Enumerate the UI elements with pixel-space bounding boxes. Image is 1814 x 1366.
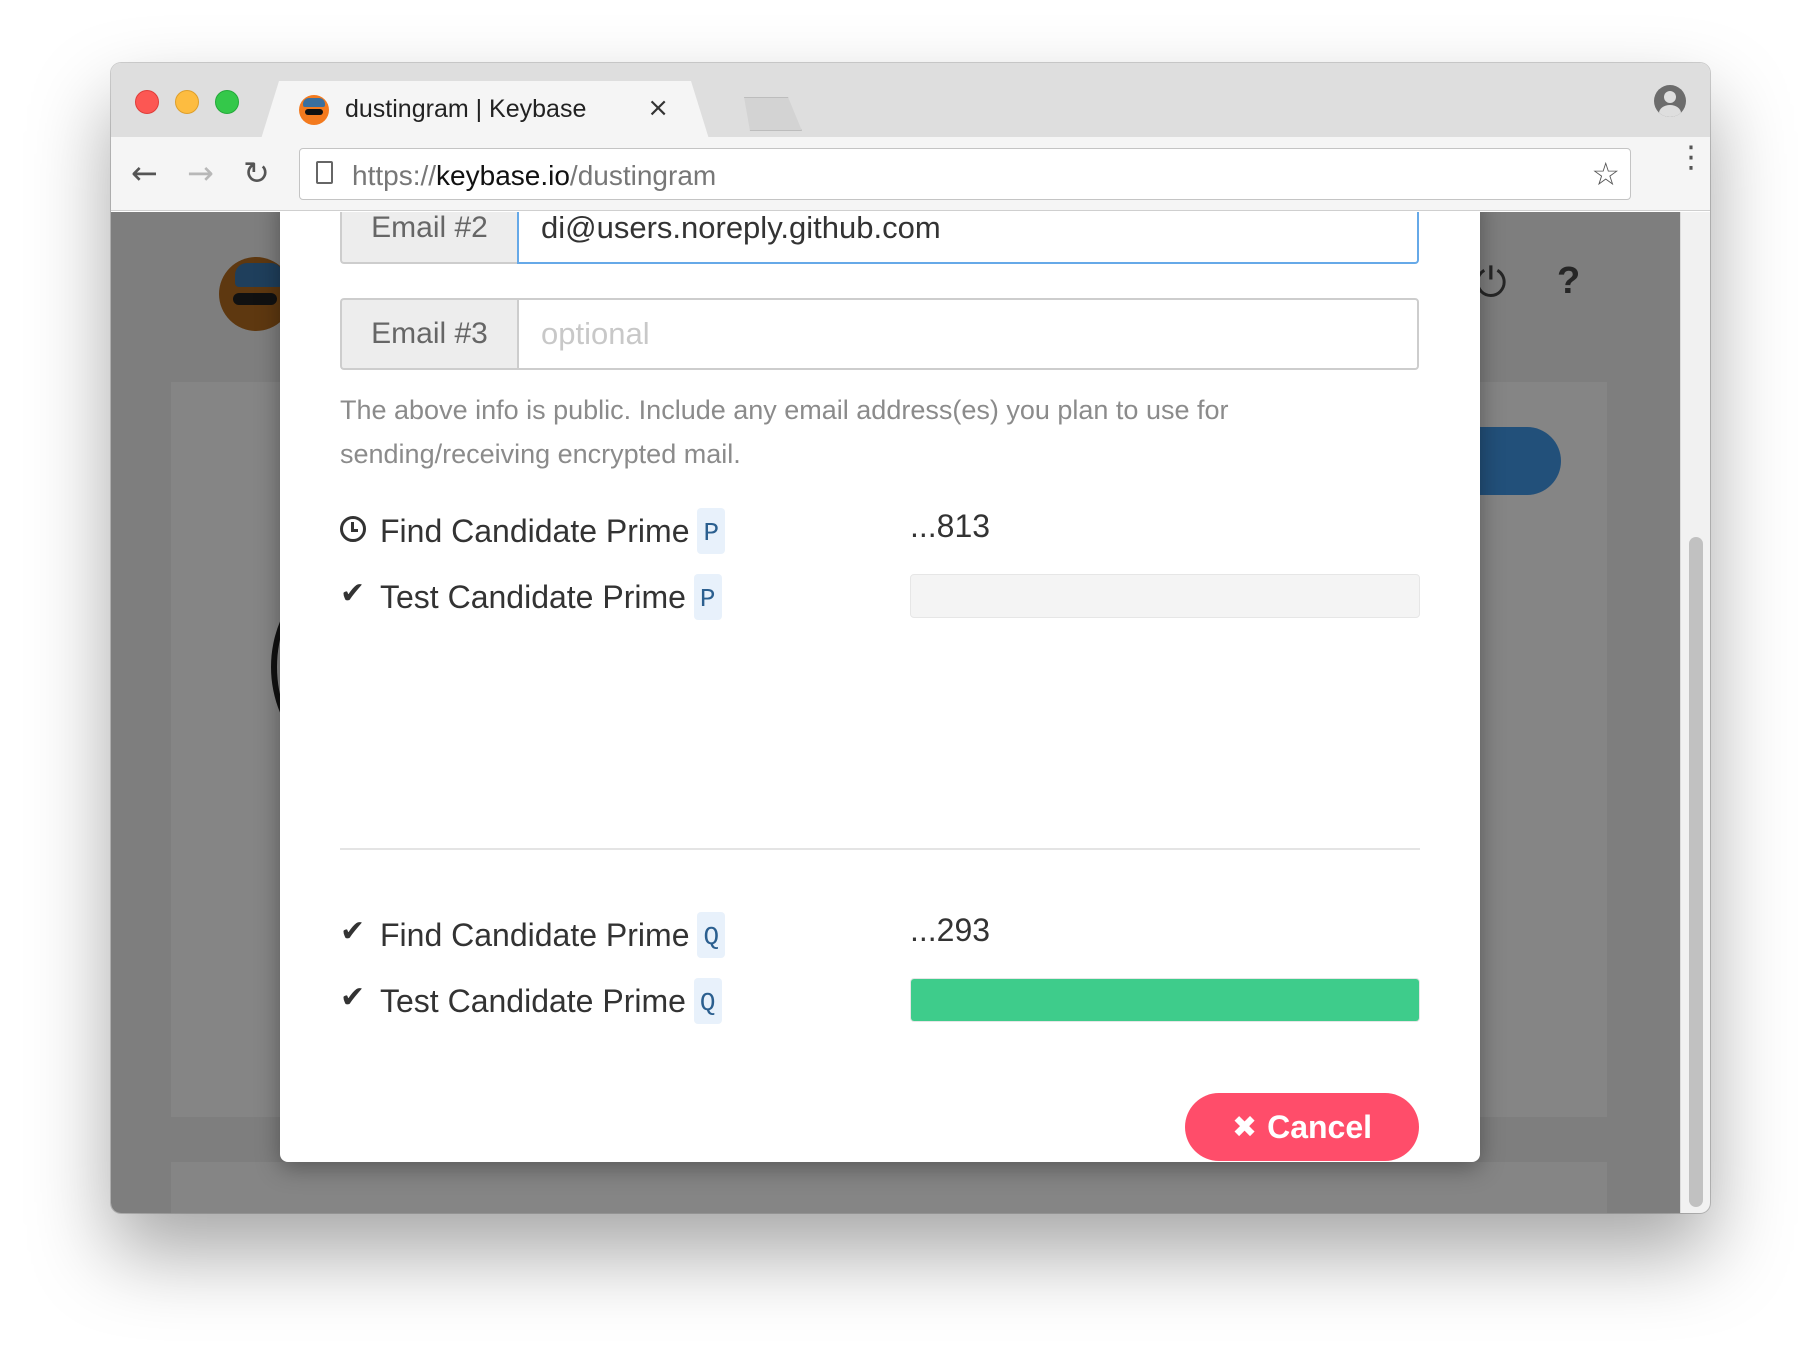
profile-icon[interactable] bbox=[1654, 85, 1686, 117]
step-label-wrap: Find Candidate Prime Q bbox=[380, 912, 726, 958]
step-find-prime-q: ✔ Find Candidate Prime Q ...293 bbox=[340, 908, 1420, 958]
checkmark-icon: ✔ bbox=[340, 576, 366, 611]
progress-bar bbox=[910, 978, 1420, 1022]
new-tab-button[interactable] bbox=[736, 97, 802, 131]
prime-value: ...813 bbox=[910, 508, 991, 544]
page-icon bbox=[316, 161, 333, 184]
clock-icon bbox=[340, 516, 366, 542]
key-generation-modal: Email #2 Email #3 The above info is publ… bbox=[280, 212, 1480, 1162]
browser-menu-icon[interactable]: ⋮ bbox=[1676, 143, 1706, 173]
url-text[interactable]: https://keybase.io/dustingram bbox=[352, 160, 716, 192]
url-scheme: https:// bbox=[352, 160, 437, 191]
url-host: keybase.io bbox=[436, 160, 570, 191]
prime-badge: Q bbox=[693, 978, 722, 1024]
email-row-3: Email #3 bbox=[340, 298, 1419, 370]
email-3-label: Email #3 bbox=[340, 298, 517, 370]
tab-title: dustingram | Keybase bbox=[345, 95, 587, 123]
step-label-wrap: Test Candidate Prime P bbox=[380, 574, 722, 620]
prime-badge: Q bbox=[697, 912, 726, 958]
email-2-field[interactable] bbox=[517, 212, 1419, 264]
address-bar[interactable]: https://keybase.io/dustingram ☆ bbox=[299, 148, 1631, 200]
cancel-button[interactable]: ✖ Cancel bbox=[1185, 1093, 1419, 1161]
bookmark-star-icon[interactable]: ☆ bbox=[1591, 155, 1620, 193]
checkmark-icon: ✔ bbox=[340, 980, 366, 1015]
step-test-prime-p: ✔ Test Candidate Prime P bbox=[340, 570, 1420, 620]
step-test-prime-q: ✔ Test Candidate Prime Q bbox=[340, 974, 1420, 1024]
progress-fill bbox=[911, 979, 1419, 1021]
checkmark-icon: ✔ bbox=[340, 914, 366, 949]
email-3-field[interactable] bbox=[517, 298, 1419, 370]
prime-badge: P bbox=[693, 574, 722, 620]
keybase-logo-icon bbox=[299, 95, 329, 125]
step-find-prime-p: Find Candidate Prime P ...813 bbox=[340, 504, 1420, 554]
tab-strip: dustingram | Keybase × bbox=[111, 63, 1710, 137]
maximize-window-button[interactable] bbox=[215, 90, 239, 114]
forward-arrow-icon[interactable]: → bbox=[187, 153, 214, 193]
divider bbox=[340, 848, 1420, 850]
step-label-wrap: Find Candidate Prime P bbox=[380, 508, 726, 554]
cancel-label: Cancel bbox=[1267, 1108, 1373, 1145]
close-icon: ✖ bbox=[1231, 1109, 1258, 1145]
secondary-panel bbox=[171, 1162, 1607, 1213]
tab-keybase[interactable]: dustingram | Keybase × bbox=[261, 81, 709, 139]
step-label: Find Candidate Prime bbox=[380, 512, 690, 549]
page-scrollbar[interactable] bbox=[1680, 212, 1710, 1213]
back-arrow-icon[interactable]: ← bbox=[131, 153, 158, 193]
reload-icon[interactable]: ↻ bbox=[243, 153, 270, 193]
step-label: Find Candidate Prime bbox=[380, 916, 690, 953]
prime-value: ...293 bbox=[910, 912, 991, 948]
close-icon[interactable]: × bbox=[647, 93, 669, 123]
url-path: /dustingram bbox=[569, 160, 717, 191]
step-label: Test Candidate Prime bbox=[380, 578, 686, 615]
email-row-2: Email #2 bbox=[340, 212, 1419, 264]
page-viewport: ⏻ ? ▾ Email #2 Email #3 The above info i… bbox=[111, 212, 1710, 1213]
public-info-note: The above info is public. Include any em… bbox=[340, 395, 1229, 469]
help-icon: ? bbox=[1557, 260, 1581, 302]
prime-badge: P bbox=[697, 508, 726, 554]
progress-bar bbox=[910, 574, 1420, 618]
browser-window: dustingram | Keybase × ← → ↻ https://key… bbox=[111, 63, 1710, 1213]
step-label: Test Candidate Prime bbox=[380, 982, 686, 1019]
close-window-button[interactable] bbox=[135, 90, 159, 114]
step-label-wrap: Test Candidate Prime Q bbox=[380, 978, 722, 1024]
scrollbar-thumb[interactable] bbox=[1689, 537, 1703, 1207]
browser-toolbar: ← → ↻ https://keybase.io/dustingram ☆ ⋮ bbox=[111, 137, 1710, 211]
minimize-window-button[interactable] bbox=[175, 90, 199, 114]
email-2-label: Email #2 bbox=[340, 212, 517, 264]
